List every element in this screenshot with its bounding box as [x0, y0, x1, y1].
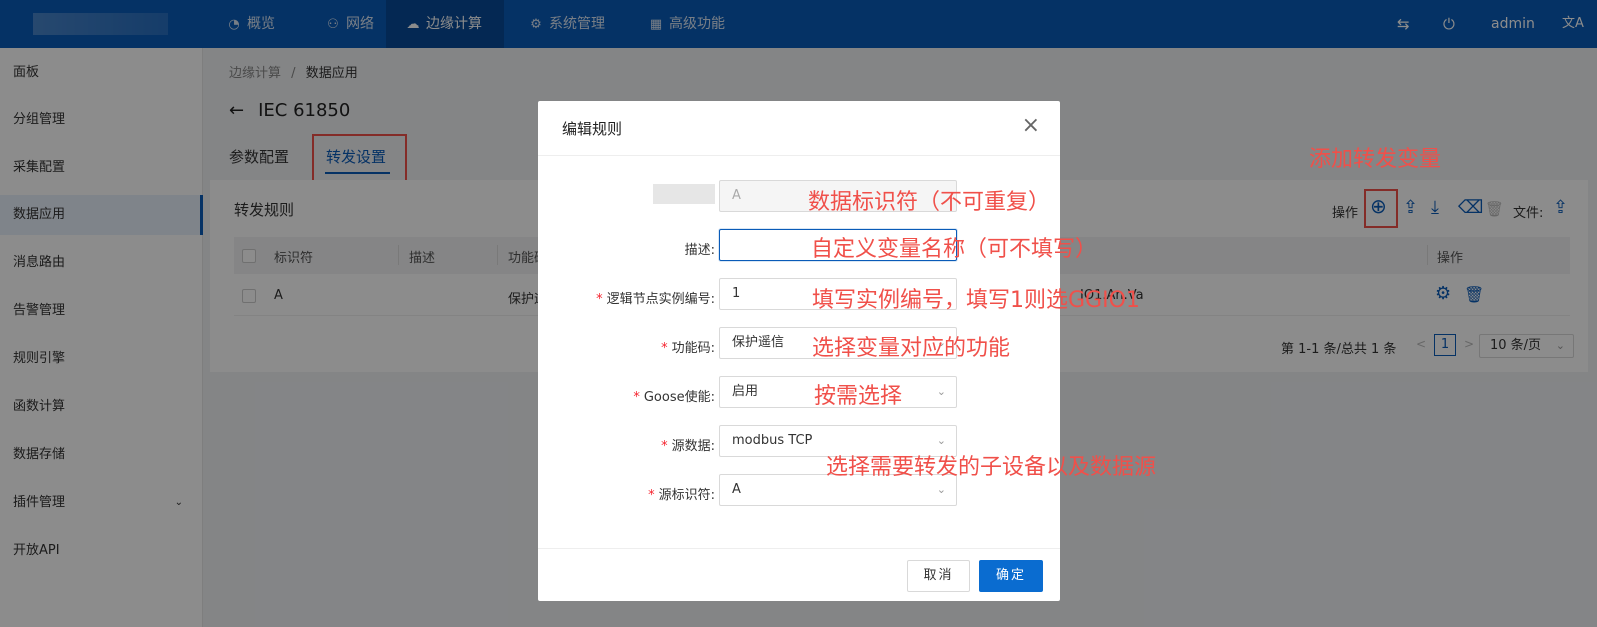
- annotation-add-variable: 添加转发变量: [1309, 147, 1442, 172]
- source-data-label: * 源数据:: [661, 439, 715, 454]
- function-code-label: * 功能码:: [661, 341, 715, 356]
- annotation-source: 选择需要转发的子设备以及数据源: [826, 455, 1157, 480]
- annotation-as-needed: 按需选择: [814, 384, 903, 409]
- dialog-title: 编辑规则: [562, 120, 623, 138]
- annotation-custom-name: 自定义变量名称（可不填写）: [811, 237, 1098, 262]
- confirm-button[interactable]: 确定: [979, 560, 1043, 592]
- annotation-identifier: 数据标识符（不可重复）: [808, 190, 1051, 215]
- instance-label: * 逻辑节点实例编号:: [596, 292, 715, 307]
- description-label: 描述:: [684, 243, 715, 258]
- identifier-label-blurred: [653, 184, 715, 204]
- goose-enable-label: * Goose使能:: [633, 390, 715, 405]
- annotation-instance: 填写实例编号，填写1则选GGIO1: [812, 288, 1140, 313]
- annotation-function: 选择变量对应的功能: [812, 336, 1011, 361]
- cancel-button[interactable]: 取消: [907, 560, 970, 592]
- close-icon[interactable]: ×: [1022, 113, 1040, 138]
- chevron-down-icon: ⌄: [936, 385, 946, 398]
- source-identifier-label: * 源标识符:: [648, 488, 715, 503]
